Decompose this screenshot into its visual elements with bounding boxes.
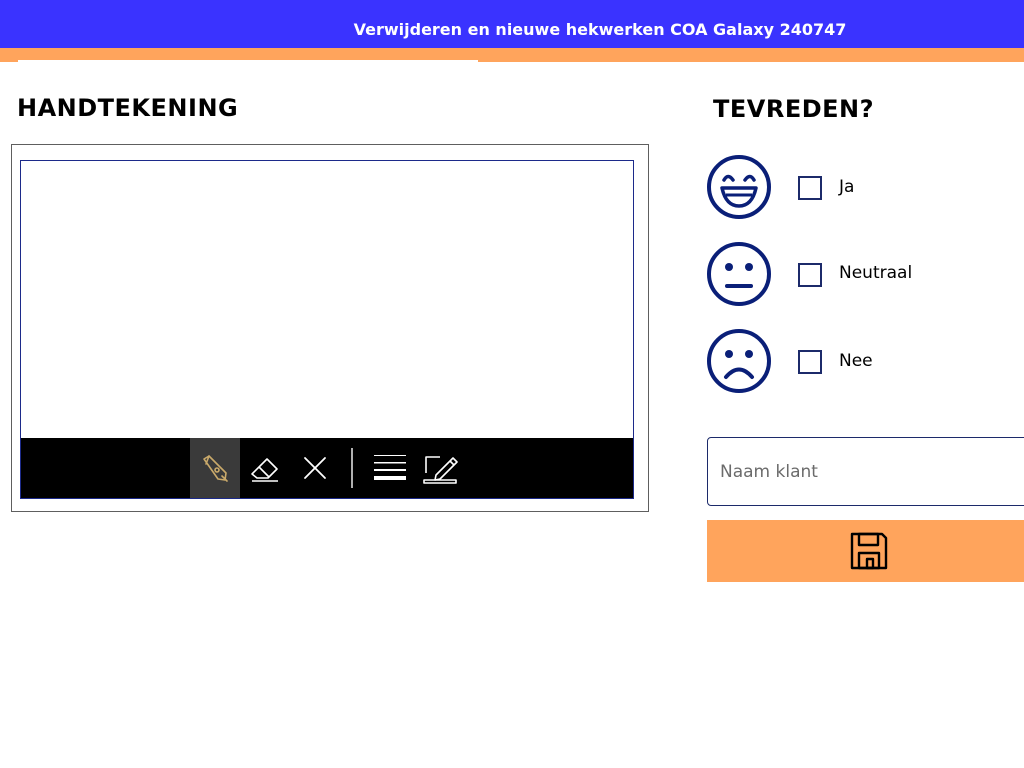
page-title: Verwijderen en nieuwe hekwerken COA Gala… (353, 20, 847, 39)
save-button[interactable] (707, 520, 1024, 582)
pen-settings-icon (423, 456, 458, 484)
pen-tool-button[interactable] (190, 438, 240, 498)
checkbox-ja-label: Ja (839, 177, 855, 197)
customer-name-input[interactable] (707, 437, 1024, 506)
checkbox-nee[interactable] (798, 350, 822, 374)
happy-face-icon (707, 155, 771, 219)
line-weight-tool-button[interactable] (365, 438, 415, 498)
line-weight-icon (374, 455, 406, 480)
pen-settings-tool-button[interactable] (415, 438, 465, 498)
sad-face-icon (707, 329, 771, 393)
checkbox-ja[interactable] (798, 176, 822, 200)
eraser-tool-button[interactable] (240, 438, 290, 498)
checkbox-neutraal[interactable] (798, 263, 822, 287)
toolbar-separator (351, 448, 353, 488)
app-header: Verwijderen en nieuwe hekwerken COA Gala… (0, 0, 1024, 48)
checkbox-neutraal-label: Neutraal (839, 263, 913, 283)
neutral-face-icon (707, 242, 771, 306)
satisfaction-title: TEVREDEN? (713, 95, 875, 123)
save-icon (850, 532, 887, 570)
checkbox-nee-label: Nee (839, 351, 873, 371)
signature-toolbar (21, 438, 633, 498)
clear-icon (304, 457, 326, 479)
accent-notch (18, 60, 478, 62)
signature-title: HANDTEKENING (17, 94, 239, 122)
clear-tool-button[interactable] (290, 438, 340, 498)
eraser-icon (251, 458, 278, 482)
pen-icon (203, 455, 228, 482)
